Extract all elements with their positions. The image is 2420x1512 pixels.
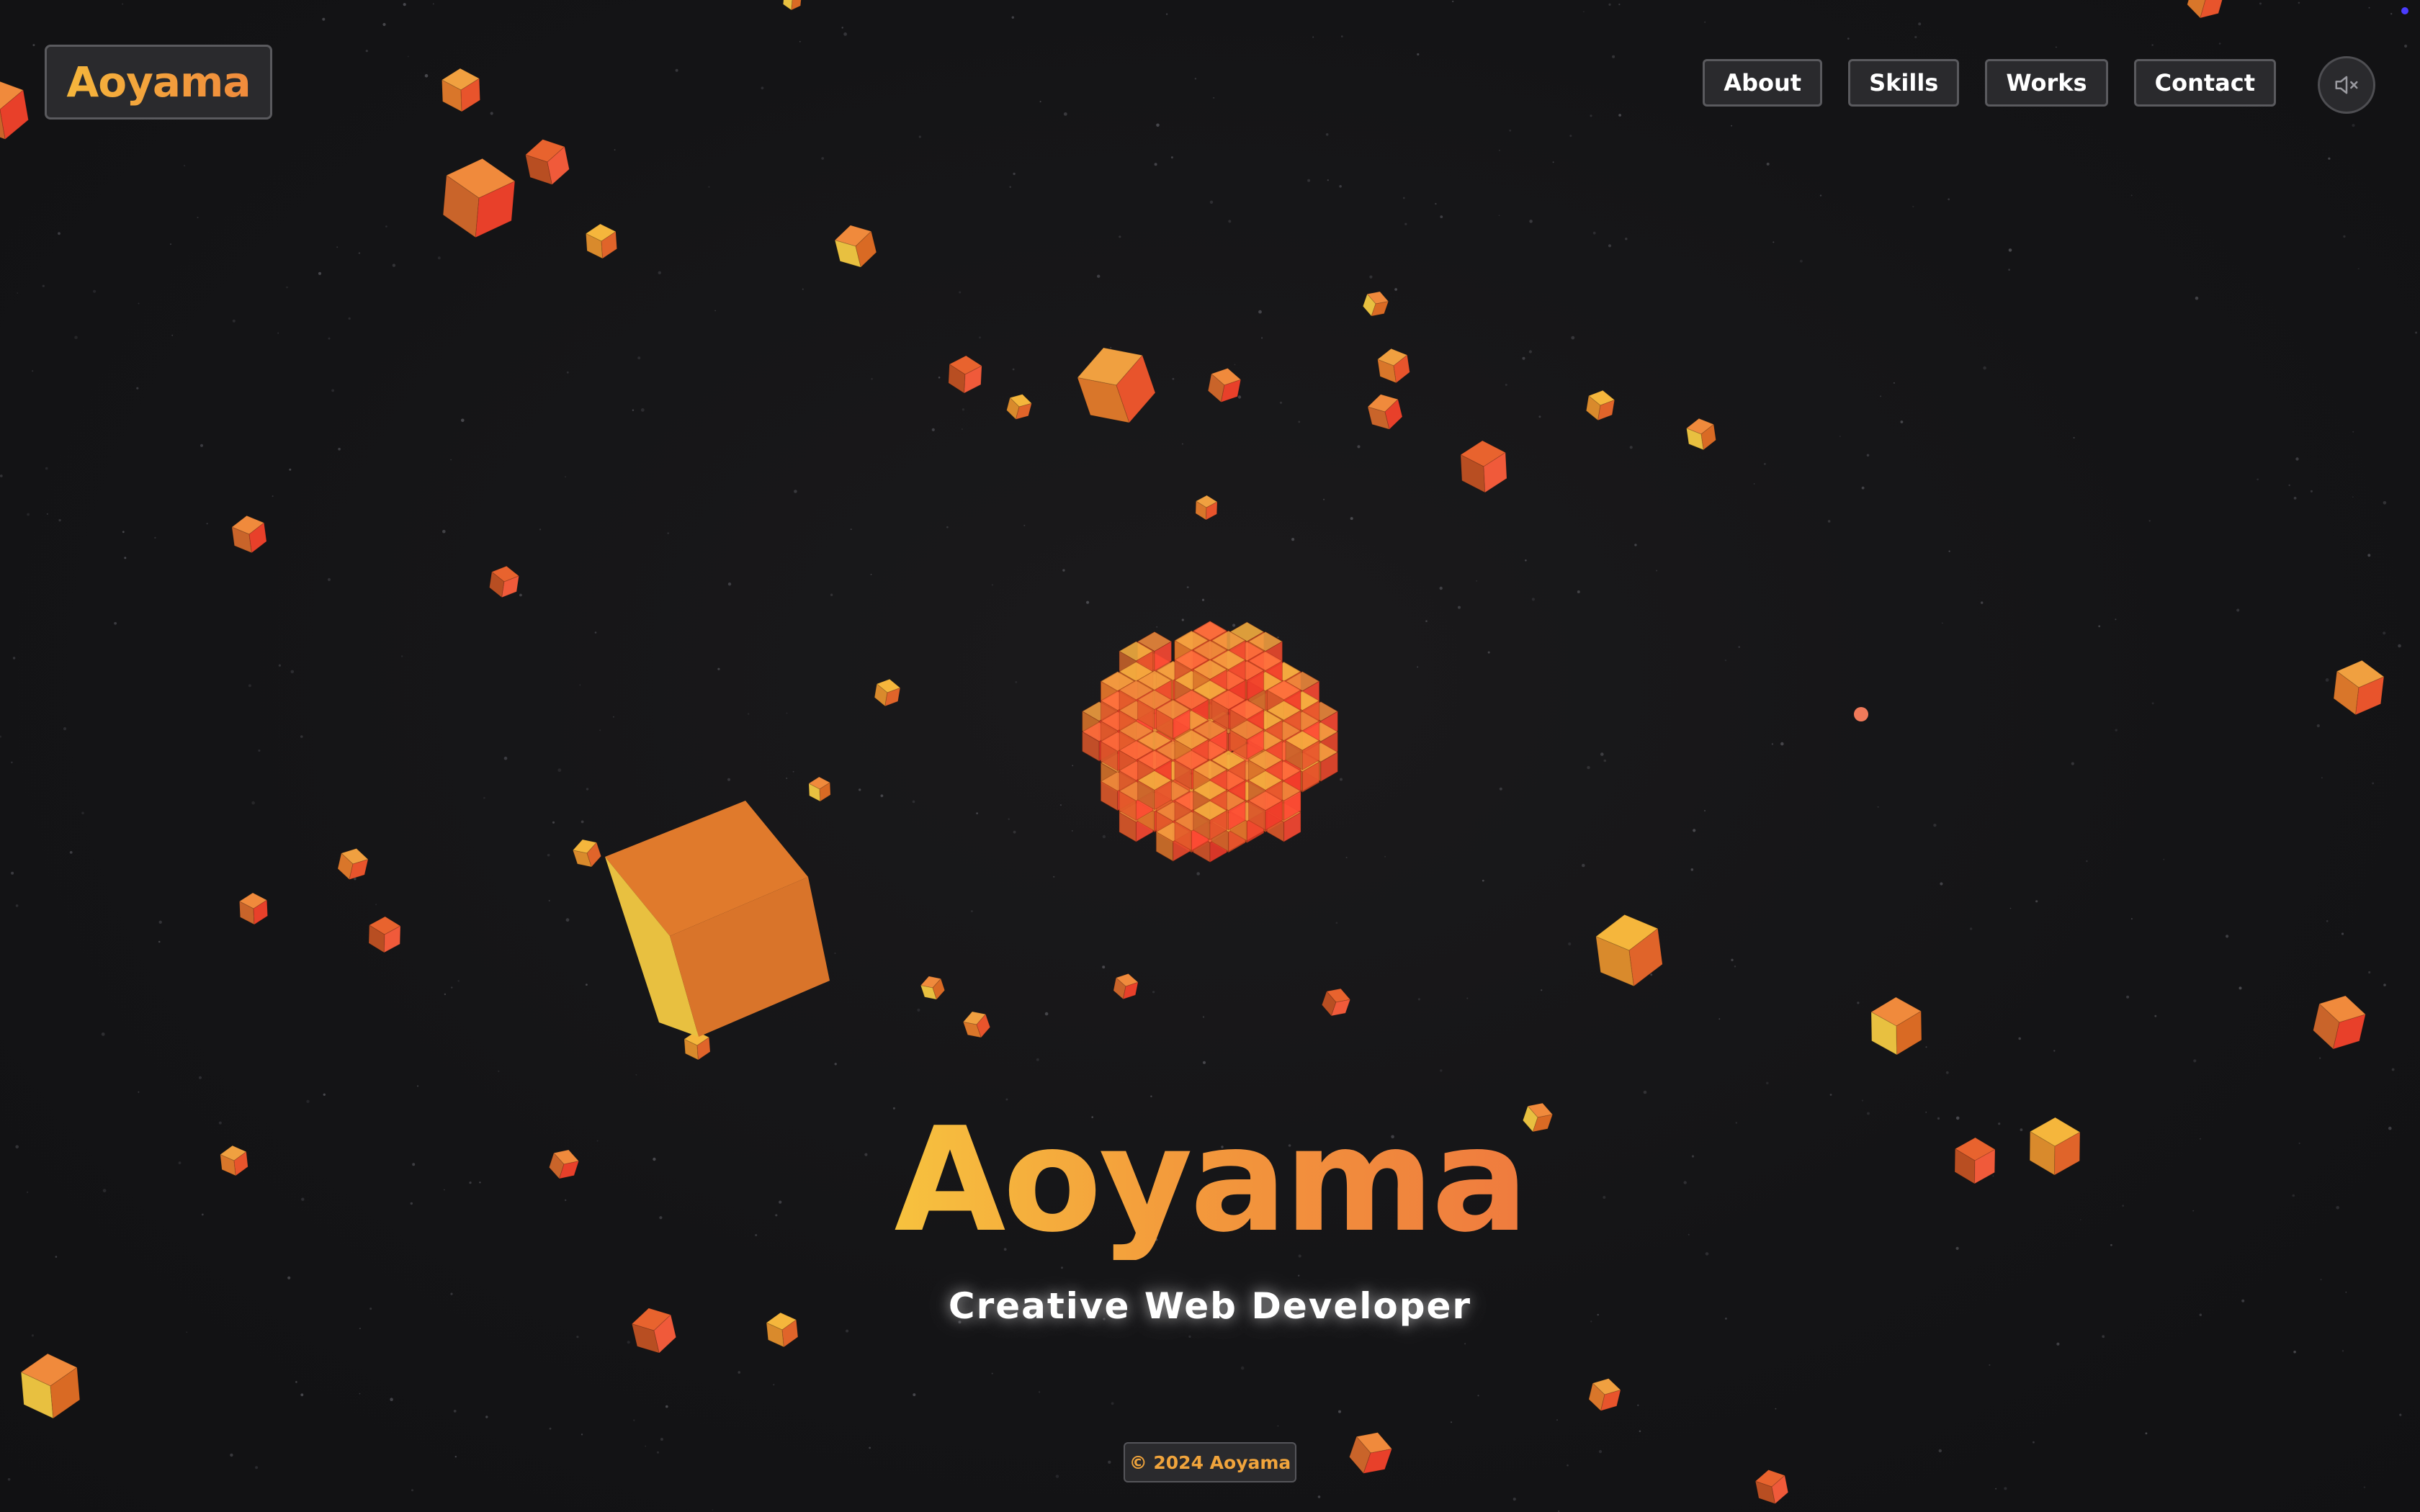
floating-cube (782, 0, 802, 11)
floating-cube (441, 68, 481, 112)
nav-skills-button[interactable]: Skills (1848, 59, 1960, 107)
floating-cube (442, 158, 516, 238)
nav-about-button[interactable]: About (1703, 59, 1823, 107)
floating-cube (0, 79, 29, 140)
floating-cube (524, 139, 570, 186)
floating-cube (1321, 988, 1351, 1017)
floating-cube (1754, 1469, 1789, 1505)
floating-cube (1348, 1432, 1393, 1475)
hero-title-wrap: Aoyama (0, 1102, 2420, 1260)
copyright-badge: © 2024 Aoyama (1124, 1442, 1296, 1482)
main-nav: About Skills Works Contact (1703, 59, 2276, 107)
cursor-dot (1854, 707, 1868, 721)
hero-subtitle: Creative Web Developer (948, 1285, 1472, 1327)
floating-cube (2333, 660, 2385, 716)
floating-cube (1595, 914, 1663, 987)
logo-button[interactable]: Aoyama (45, 45, 272, 120)
floating-cube (920, 976, 946, 1001)
floating-cube (1870, 996, 1922, 1056)
mute-toggle-button[interactable] (2318, 56, 2375, 114)
floating-cube (2313, 995, 2367, 1050)
floating-cube (1362, 291, 1389, 317)
floating-cube (874, 678, 901, 707)
logo-text: Aoyama (66, 58, 251, 107)
speaker-muted-icon (2335, 76, 2358, 94)
floating-cube (1459, 440, 1507, 493)
floating-cube (1207, 367, 1242, 403)
floating-cube (834, 225, 877, 269)
floating-cube (585, 223, 618, 259)
floating-cube (238, 892, 269, 925)
hero-canvas[interactable]: Aoyama About Skills Works Contact Aoyama… (0, 0, 2420, 1512)
floating-cube (368, 916, 401, 953)
floating-cube (1077, 347, 1156, 423)
nav-contact-button[interactable]: Contact (2133, 59, 2276, 107)
floating-cube (572, 839, 602, 868)
floating-cube (1588, 1378, 1622, 1412)
corner-indicator-dot (2401, 7, 2408, 14)
floating-cube (1367, 394, 1403, 431)
floating-cube (2187, 0, 2225, 19)
floating-cube (230, 515, 267, 554)
large-foreground-cube (605, 801, 830, 1037)
floating-cube (337, 847, 369, 881)
floating-cube (807, 776, 831, 802)
floating-cube (1113, 973, 1139, 1000)
hero-title: Aoyama (894, 1097, 1529, 1264)
floating-cube (1585, 390, 1615, 421)
floating-cube (488, 565, 520, 598)
floating-cube (1685, 418, 1716, 451)
nav-works-button[interactable]: Works (1985, 59, 2108, 107)
floating-cube (1195, 495, 1218, 521)
floating-cube (1376, 348, 1410, 384)
floating-cube (1006, 394, 1033, 420)
floating-cube (962, 1011, 991, 1038)
floating-cube (948, 355, 983, 394)
floating-cube (20, 1353, 81, 1419)
central-cube-cluster (1081, 621, 1339, 863)
